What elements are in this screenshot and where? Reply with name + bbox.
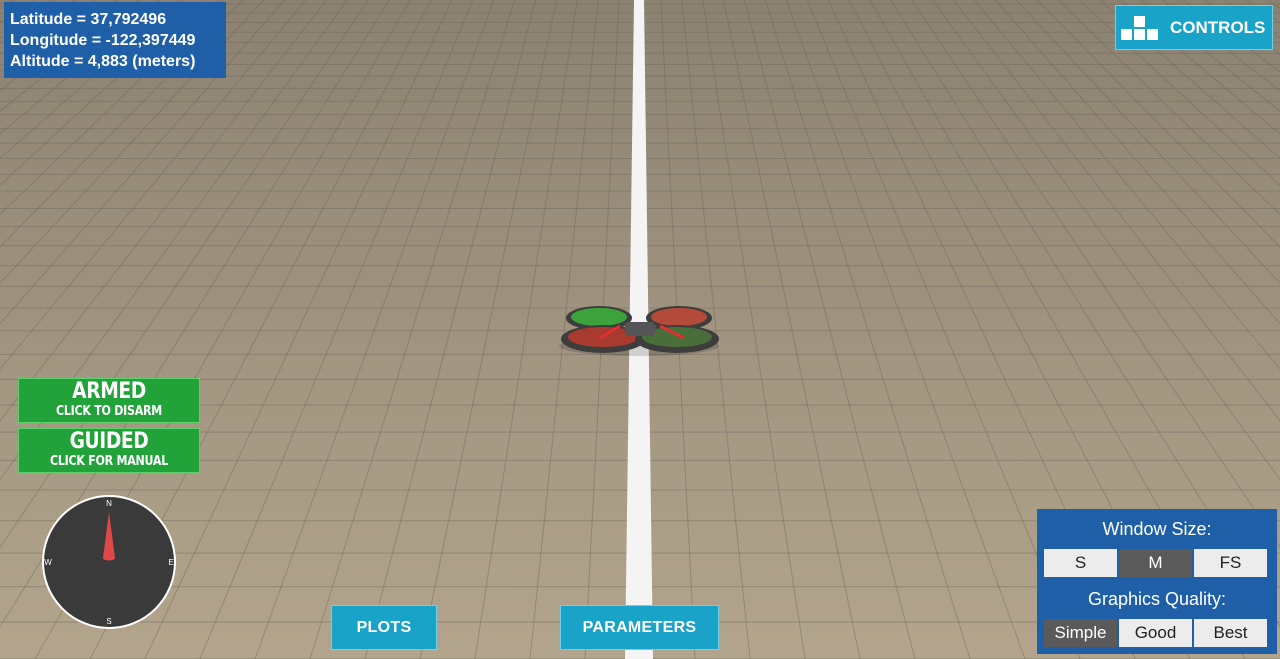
window-size-selector: S M FS	[1044, 549, 1267, 577]
compass-widget: N S E W	[42, 495, 176, 629]
graphics-best-button[interactable]: Best	[1194, 619, 1267, 647]
keyboard-keys-icon	[1121, 15, 1158, 40]
settings-panel: Window Size: S M FS Graphics Quality: Si…	[1037, 509, 1277, 654]
graphics-good-button[interactable]: Good	[1119, 619, 1192, 647]
telemetry-panel: Latitude = 37,792496 Longitude = -122,39…	[4, 2, 226, 78]
flight-mode-subtitle: CLICK FOR MANUAL	[49, 454, 169, 469]
controls-label: CONTROLS	[1170, 17, 1266, 37]
compass-south-label: S	[106, 617, 111, 626]
window-size-m-button[interactable]: M	[1119, 549, 1192, 577]
latitude-readout: Latitude = 37,792496	[10, 11, 167, 28]
arm-toggle-button[interactable]: ARMED CLICK TO DISARM	[18, 378, 200, 423]
flight-mode-title: GUIDED	[69, 429, 149, 454]
graphics-quality-selector: Simple Good Best	[1044, 619, 1267, 647]
window-size-fs-button[interactable]: FS	[1194, 549, 1267, 577]
arm-status-subtitle: CLICK TO DISARM	[55, 404, 163, 419]
controls-button[interactable]: CONTROLS	[1115, 5, 1273, 50]
window-size-label: Window Size:	[1102, 519, 1212, 539]
plots-button[interactable]: PLOTS	[331, 605, 437, 650]
compass-east-label: E	[168, 558, 173, 567]
parameters-button[interactable]: PARAMETERS	[560, 605, 719, 650]
graphics-quality-label: Graphics Quality:	[1087, 589, 1227, 609]
longitude-readout: Longitude = -122,397449	[10, 32, 196, 49]
window-size-s-button[interactable]: S	[1044, 549, 1117, 577]
arm-status-title: ARMED	[72, 379, 146, 404]
graphics-simple-button[interactable]: Simple	[1044, 619, 1117, 647]
altitude-readout: Altitude = 4,883 (meters)	[10, 53, 196, 70]
compass-north-label: N	[106, 499, 112, 508]
flight-mode-button[interactable]: GUIDED CLICK FOR MANUAL	[18, 428, 200, 473]
compass-west-label: W	[44, 558, 52, 567]
